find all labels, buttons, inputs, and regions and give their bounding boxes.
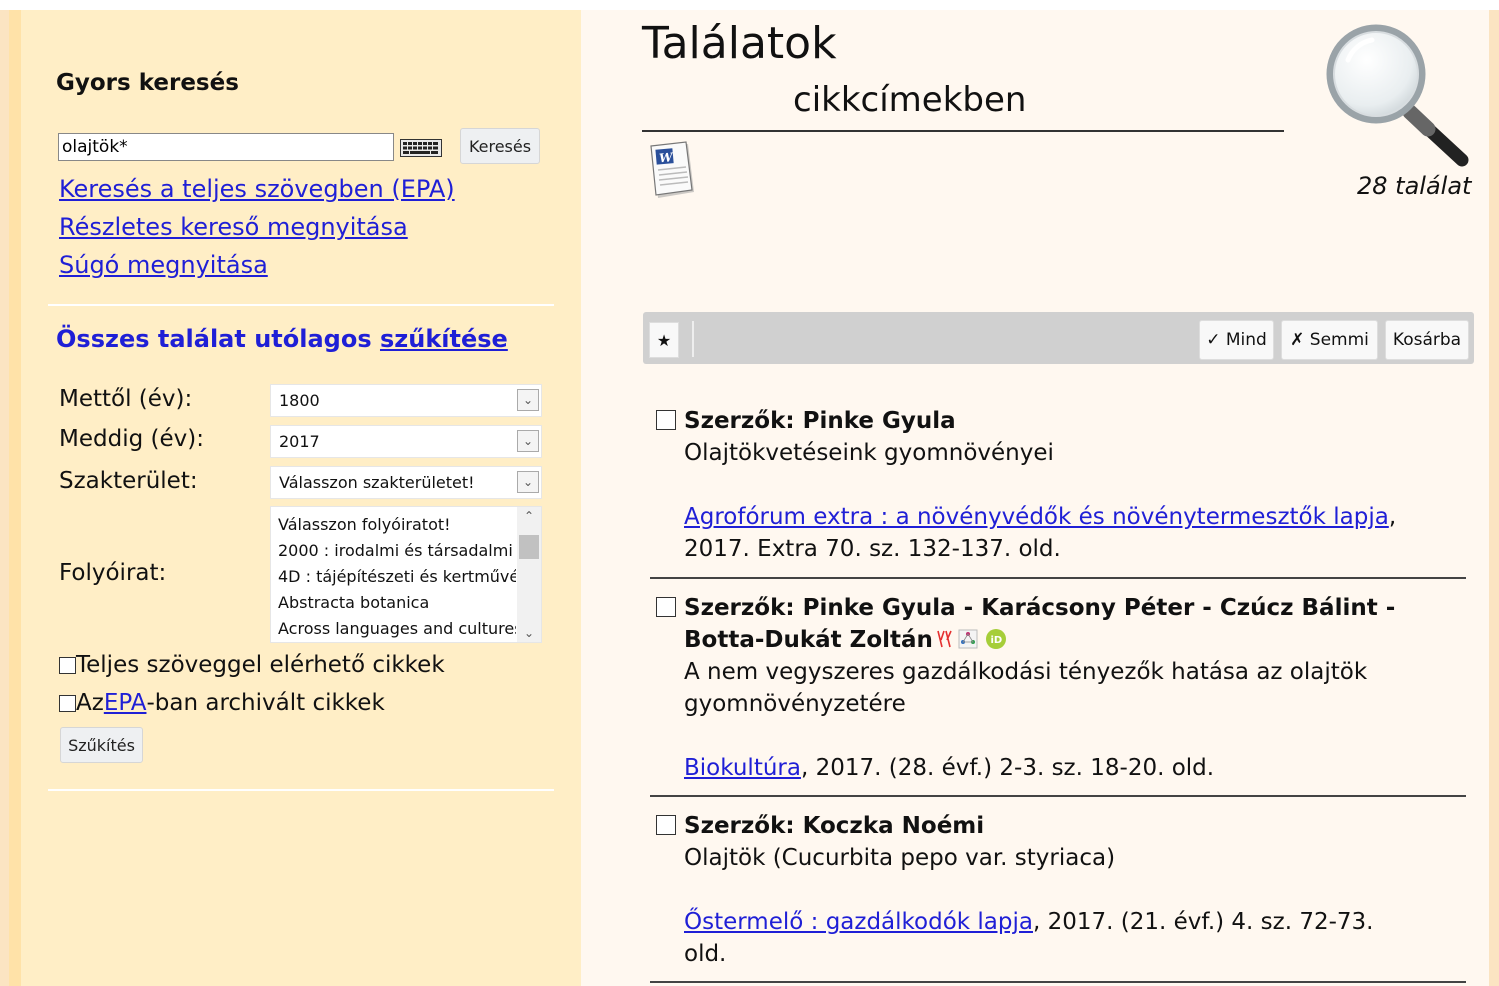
result-source-cont: old.	[684, 941, 727, 967]
result-source-detail: , 2017. (28. évf.) 2-3. sz. 18-20. old.	[800, 755, 1215, 781]
page-edge-left	[0, 0, 9, 986]
journal-option[interactable]: 4D : tájépítészeti és kertművészeti	[271, 564, 516, 590]
chevron-down-icon[interactable]: ⌄	[517, 626, 541, 640]
orcid-icon[interactable]: iD	[983, 628, 1009, 650]
magnifier-icon	[1326, 24, 1469, 167]
result-checkbox[interactable]	[656, 815, 676, 835]
field-select[interactable]: Válasszon szakterületet! ⌄	[270, 466, 542, 499]
journal-option[interactable]: Across languages and cultures	[271, 616, 516, 642]
chevron-down-icon: ⌄	[517, 389, 539, 411]
search-input[interactable]	[58, 133, 394, 161]
from-year-label: Mettől (év):	[59, 386, 193, 412]
result-item: Szerzők: Pinke Gyula - Karácsony Péter -…	[656, 592, 1456, 784]
result-title: Olajtök (Cucurbita pepo var. styriaca)	[684, 845, 1116, 871]
quick-search-heading: Gyors keresés	[56, 70, 239, 96]
narrow-heading-link[interactable]: szűkítése	[380, 325, 508, 353]
divider	[48, 304, 554, 306]
listbox-scrollbar[interactable]: ⌃ ⌄	[517, 507, 541, 642]
select-none-button[interactable]: ✗ Semmi	[1281, 320, 1378, 360]
star-button[interactable]: ★	[649, 322, 679, 358]
journal-option[interactable]: 2000 : irodalmi és társadalmi	[271, 538, 516, 564]
result-title: A nem vegyszeres gazdálkodási tényezők h…	[684, 659, 1368, 685]
chevron-down-icon: ⌄	[517, 471, 539, 493]
epa-prefix: Az	[76, 690, 104, 716]
word-export-icon[interactable]: W	[648, 140, 698, 202]
title-rule	[642, 130, 1284, 132]
journal-link[interactable]: Agrofórum extra : a növényvédők és növén…	[684, 504, 1389, 530]
narrow-button[interactable]: Szűkítés	[60, 727, 143, 763]
result-checkbox[interactable]	[656, 597, 676, 617]
journal-link[interactable]: Őstermelő : gazdálkodók lapja	[684, 909, 1033, 935]
chevron-up-icon[interactable]: ⌃	[517, 509, 541, 523]
result-authors: Szerzők: Pinke Gyula	[684, 408, 956, 434]
fulltext-label: Teljes szöveggel elérhető cikkek	[76, 652, 445, 678]
keyboard-icon[interactable]	[400, 139, 442, 157]
network-icon[interactable]	[955, 628, 981, 650]
result-divider	[650, 577, 1466, 579]
fulltext-checkbox[interactable]	[59, 656, 76, 674]
narrow-heading: Összes találat utólagos szűkítése	[56, 325, 508, 353]
result-authors-cont: Botta-Dukát Zoltán	[684, 627, 933, 653]
to-year-select[interactable]: 2017 ⌄	[270, 425, 542, 458]
chevron-down-icon: ⌄	[517, 430, 539, 452]
toolbar-separator	[692, 321, 694, 357]
mtmt-icon[interactable]	[935, 628, 953, 650]
epa-filter[interactable]: Az EPA -ban archivált cikkek	[59, 690, 385, 716]
quick-links: Keresés a teljes szövegben (EPA) Részlet…	[59, 170, 455, 284]
advanced-search-link[interactable]: Részletes kereső megnyitása	[59, 208, 455, 246]
field-value: Válasszon szakterületet!	[279, 473, 475, 492]
sidebar-strip	[9, 0, 21, 986]
result-authors: Szerzők: Koczka Noémi	[684, 813, 985, 839]
from-year-select[interactable]: 1800 ⌄	[270, 384, 542, 417]
add-to-basket-button[interactable]: Kosárba	[1385, 320, 1469, 360]
result-count: 28 találat	[1357, 172, 1472, 200]
result-checkbox[interactable]	[656, 410, 676, 430]
epa-link[interactable]: EPA	[104, 690, 147, 716]
result-source-detail: , 2017. (21. évf.) 4. sz. 72-73.	[1033, 909, 1374, 935]
result-item: Szerzők: Koczka Noémi Olajtök (Cucurbita…	[656, 810, 1456, 970]
journal-label: Folyóirat:	[59, 560, 167, 586]
epa-checkbox[interactable]	[59, 694, 76, 712]
journal-listbox[interactable]: Válasszon folyóiratot! 2000 : irodalmi é…	[270, 506, 542, 643]
result-divider	[650, 981, 1466, 983]
select-all-button[interactable]: ✓ Mind	[1199, 320, 1274, 360]
svg-text:iD: iD	[990, 635, 1002, 646]
fulltext-filter[interactable]: Teljes szöveggel elérhető cikkek	[59, 652, 445, 678]
help-link[interactable]: Súgó megnyitása	[59, 246, 455, 284]
from-year-value: 1800	[279, 391, 320, 410]
page-subtitle: cikkcímekben	[793, 80, 1027, 120]
result-divider	[650, 795, 1466, 797]
journal-link[interactable]: Biokultúra	[684, 755, 801, 781]
fulltext-epa-link[interactable]: Keresés a teljes szövegben (EPA)	[59, 170, 455, 208]
result-source: Biokultúra, 2017. (28. évf.) 2-3. sz. 18…	[656, 752, 1456, 784]
search-button[interactable]: Keresés	[460, 128, 540, 164]
epa-suffix: -ban archivált cikkek	[146, 690, 385, 716]
narrow-heading-text: Összes találat utólagos	[56, 325, 380, 353]
result-authors: Szerzők: Pinke Gyula - Karácsony Péter -…	[684, 595, 1396, 621]
result-source: Őstermelő : gazdálkodók lapja, 2017. (21…	[656, 906, 1456, 938]
divider	[48, 789, 554, 791]
to-year-value: 2017	[279, 432, 320, 451]
result-item: Szerzők: Pinke Gyula Olajtökvetéseink gy…	[656, 405, 1456, 565]
result-title: Olajtökvetéseink gyomnövényei	[684, 440, 1054, 466]
field-label: Szakterület:	[59, 468, 198, 494]
result-title-cont: gyomnövényzetére	[684, 691, 906, 717]
scrollbar-thumb[interactable]	[519, 535, 539, 559]
to-year-label: Meddig (év):	[59, 426, 204, 452]
page-title: Találatok	[642, 18, 837, 69]
journal-option[interactable]: Abstracta botanica	[271, 590, 516, 616]
page-edge-right	[1489, 0, 1499, 986]
result-source: Agrofórum extra : a növényvédők és növén…	[656, 501, 1456, 565]
journal-option[interactable]: Válasszon folyóiratot!	[271, 512, 516, 538]
